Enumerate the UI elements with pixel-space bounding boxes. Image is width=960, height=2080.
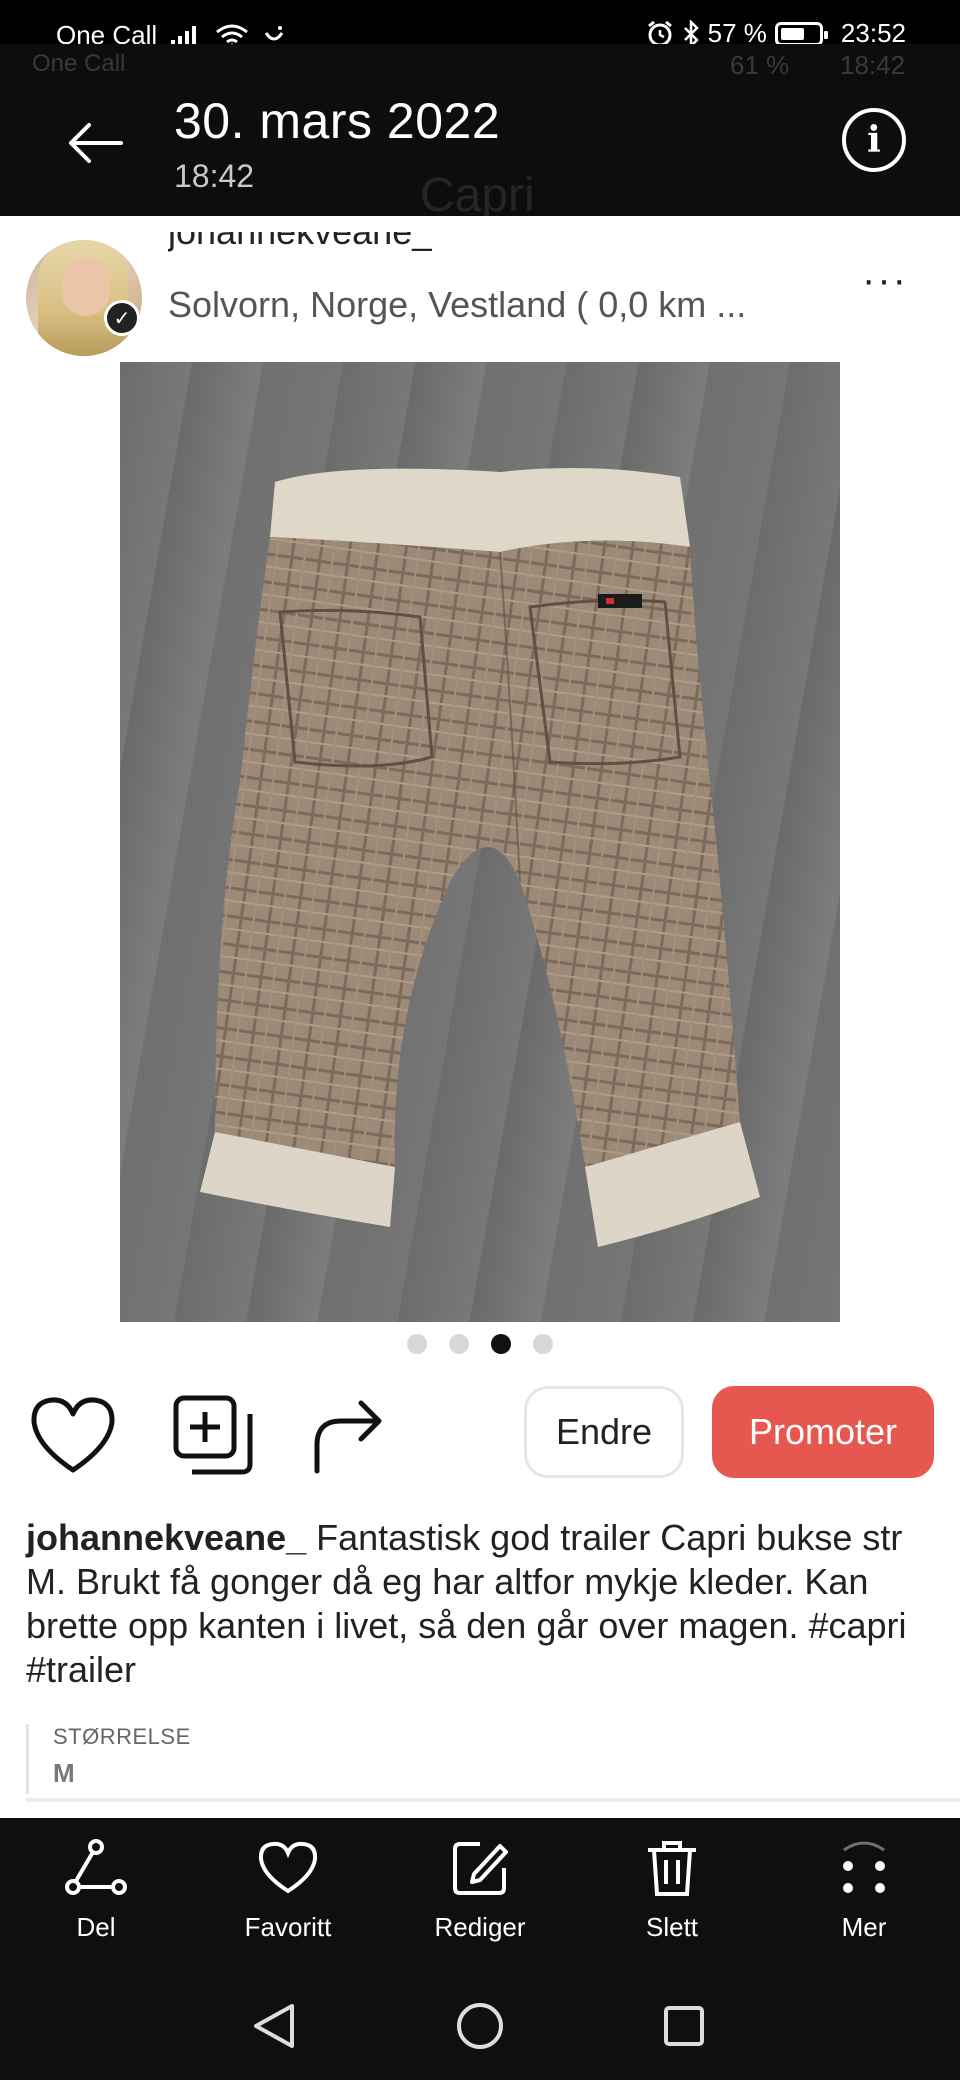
battery-icon: [774, 21, 828, 46]
circle-home-icon: [457, 2003, 503, 2049]
info-icon: i: [867, 119, 881, 161]
toolbar-more-button[interactable]: Mer: [784, 1836, 944, 1956]
toolbar-more-label: Mer: [841, 1912, 887, 1942]
toolbar-edit-button[interactable]: Rediger: [400, 1836, 560, 1956]
add-to-collection-button[interactable]: [168, 1390, 258, 1480]
divider: [26, 1798, 960, 1802]
toolbar-share-label: Del: [76, 1912, 116, 1942]
toolbar-edit-label: Rediger: [434, 1912, 526, 1942]
capri-pants-photo: [200, 468, 760, 1247]
toolbar-favorite-label: Favoritt: [244, 1912, 332, 1942]
avatar[interactable]: [26, 240, 142, 356]
heart-icon: [31, 1397, 115, 1473]
toolbar-delete-button[interactable]: Slett: [592, 1836, 752, 1956]
more-options-button[interactable]: ···: [862, 258, 908, 303]
verified-badge-icon: ✓: [104, 300, 140, 336]
nav-recents-button[interactable]: [654, 1996, 714, 2056]
add-collection-icon: [173, 1395, 253, 1475]
like-button[interactable]: [28, 1390, 118, 1480]
heart-icon: [258, 1841, 318, 1894]
post-author[interactable]: johannekveane_: [168, 232, 432, 272]
size-label: STØRRELSE: [53, 1724, 191, 1749]
post-image[interactable]: [120, 362, 840, 1322]
post-location[interactable]: Solvorn, Norge, Vestland ( 0,0 km ...: [168, 284, 746, 326]
image-pager: [0, 1334, 960, 1356]
pager-dot[interactable]: [491, 1334, 511, 1354]
more-icon: [843, 1841, 885, 1893]
ghost-title: Capri: [420, 169, 535, 222]
size-attribute: STØRRELSE M: [26, 1724, 426, 1794]
promote-button[interactable]: Promoter: [712, 1386, 934, 1478]
status-bar: One Call 57 % 23:52: [0, 0, 960, 50]
ghost-time: 18:42: [840, 50, 906, 80]
gallery-detail-screen: One Call 57 % 23:52 One Call 61 % 18:42 …: [0, 0, 960, 2080]
caption-username[interactable]: johannekveane_: [26, 1517, 306, 1558]
post-caption: johannekveane_ Fantastisk god trailer Ca…: [26, 1516, 926, 1692]
page-title: 30. mars 2022: [174, 93, 501, 149]
triangle-back-icon: [254, 2004, 294, 2048]
pager-dot[interactable]: [407, 1334, 427, 1354]
edit-post-button[interactable]: Endre: [524, 1386, 684, 1478]
toolbar-delete-label: Slett: [645, 1912, 699, 1942]
back-button[interactable]: [60, 108, 130, 178]
arrow-left-icon: [69, 123, 123, 163]
nav-home-button[interactable]: [450, 1996, 510, 2056]
ghost-carrier: One Call: [32, 50, 126, 77]
size-value: M: [53, 1758, 75, 1788]
pager-dot[interactable]: [449, 1334, 469, 1354]
nav-back-button[interactable]: [244, 1996, 304, 2056]
edit-icon: [453, 1842, 508, 1895]
share-icon: [65, 1839, 127, 1895]
share-button[interactable]: [302, 1390, 392, 1480]
trash-icon: [648, 1841, 696, 1896]
toolbar-share-button[interactable]: Del: [16, 1836, 176, 1956]
pager-dot[interactable]: [533, 1334, 553, 1354]
info-button[interactable]: i: [842, 108, 906, 172]
header-bar: One Call 61 % 18:42 Capri 30. mars 2022 …: [0, 44, 960, 222]
toolbar-favorite-button[interactable]: Favoritt: [208, 1836, 368, 1956]
page-subtitle: 18:42: [174, 158, 255, 194]
ghost-battery: 61 %: [730, 50, 790, 80]
share-arrow-icon: [314, 1400, 382, 1474]
square-recents-icon: [664, 2006, 704, 2046]
